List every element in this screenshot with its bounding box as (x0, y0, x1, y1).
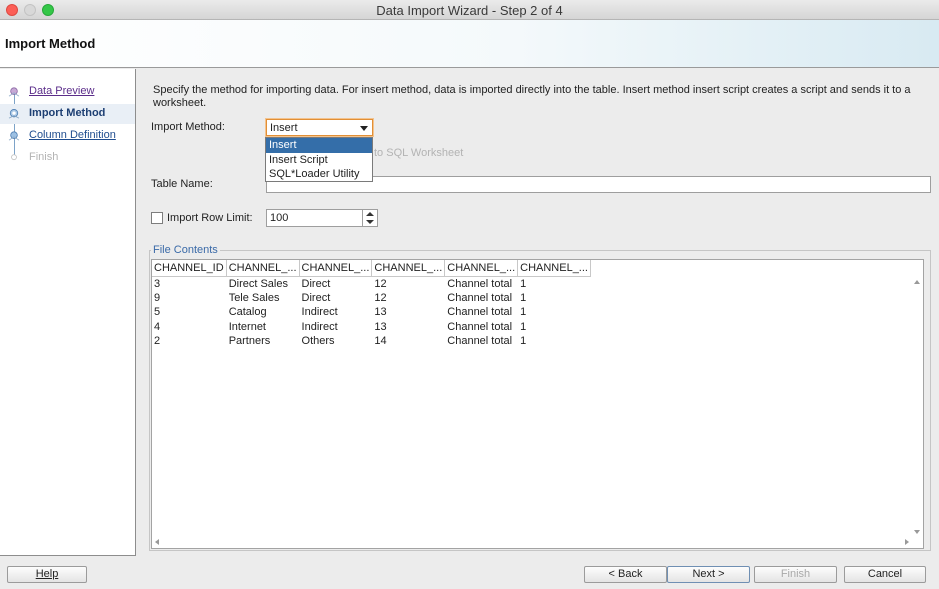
instructions-text: Specify the method for importing data. F… (153, 84, 911, 109)
step-data-preview[interactable]: Data Preview (0, 82, 135, 102)
table-cell: 12 (371, 276, 446, 291)
scroll-down-icon[interactable] (914, 530, 920, 534)
vertical-scrollbar[interactable] (911, 277, 923, 537)
step-column-definition[interactable]: Column Definition (0, 126, 135, 146)
send-to-worksheet-label: to SQL Worksheet (374, 147, 464, 159)
table-header-row: CHANNEL_ID CHANNEL_... CHANNEL_... CHANN… (152, 260, 591, 277)
table-row[interactable]: 4 Internet Indirect 13 Channel total 1 (152, 319, 591, 334)
column-header[interactable]: CHANNEL_... (444, 260, 519, 277)
table-cell: 3 (152, 276, 227, 291)
row-limit-value: 100 (270, 212, 289, 224)
step-link-icon (8, 131, 20, 141)
option-insert-script[interactable]: Insert Script (266, 153, 372, 168)
import-method-label: Import Method: (151, 121, 225, 133)
chevron-down-icon (360, 126, 368, 131)
table-cell: Partners (226, 334, 300, 349)
table-cell: Others (299, 334, 373, 349)
table-cell: Catalog (226, 305, 300, 320)
table-cell: Direct (299, 290, 373, 305)
window-titlebar: Data Import Wizard - Step 2 of 4 (0, 0, 939, 20)
file-contents-table: CHANNEL_ID CHANNEL_... CHANNEL_... CHANN… (151, 259, 924, 549)
column-header[interactable]: CHANNEL_... (371, 260, 446, 277)
help-button-label: Help (35, 568, 59, 580)
help-button[interactable]: Help (7, 566, 87, 583)
file-contents-legend: File Contents (151, 244, 220, 256)
table-cell: 1 (517, 276, 591, 291)
column-header[interactable]: CHANNEL_... (299, 260, 373, 277)
table-cell: 2 (152, 334, 227, 349)
next-button[interactable]: Next > (667, 566, 750, 583)
table-row[interactable]: 2 Partners Others 14 Channel total 1 (152, 334, 591, 349)
table-cell: 1 (517, 305, 591, 320)
spinner-down-icon[interactable] (366, 220, 374, 224)
import-method-dropdown: Insert Insert Script SQL*Loader Utility (265, 137, 373, 182)
window-title: Data Import Wizard - Step 2 of 4 (376, 3, 563, 18)
header-banner: Import Method (0, 20, 939, 68)
import-method-select[interactable]: Insert (266, 119, 373, 136)
finish-button-label: Finish (780, 568, 811, 580)
page-title: Import Method (5, 36, 96, 51)
table-cell: 4 (152, 319, 227, 334)
step-finish: Finish (0, 148, 135, 168)
spinner-up-icon[interactable] (366, 212, 374, 216)
column-header[interactable]: CHANNEL_... (226, 260, 300, 277)
spinner-buttons (362, 210, 376, 226)
table-cell: Channel total (444, 276, 519, 291)
row-limit-spinner[interactable]: 100 (266, 209, 378, 227)
table-cell: 5 (152, 305, 227, 320)
table-cell: Internet (226, 319, 300, 334)
row-limit-label: Import Row Limit: (167, 212, 253, 224)
row-limit-checkbox[interactable] (151, 212, 163, 224)
step-import-method[interactable]: Import Method (0, 104, 135, 124)
wizard-steps-nav: Data Preview Import Method Column Defini… (0, 69, 136, 556)
step-import-method-label: Import Method (29, 107, 106, 119)
step-column-definition-label[interactable]: Column Definition (29, 129, 116, 141)
table-cell: 12 (371, 290, 446, 305)
scroll-right-icon[interactable] (905, 539, 909, 545)
back-button-label: < Back (608, 568, 643, 580)
column-header[interactable]: CHANNEL_... (517, 260, 591, 277)
table-cell: Channel total (444, 334, 519, 349)
next-button-label: Next > (692, 568, 725, 580)
table-row[interactable]: 5 Catalog Indirect 13 Channel total 1 (152, 305, 591, 320)
option-insert[interactable]: Insert (266, 138, 372, 153)
table-cell: 1 (517, 290, 591, 305)
table-cell: Direct (299, 276, 373, 291)
table-cell: Channel total (444, 290, 519, 305)
table-cell: 9 (152, 290, 227, 305)
finish-button: Finish (754, 566, 837, 583)
import-method-value: Insert (270, 122, 298, 134)
step-current-icon (8, 109, 20, 119)
cancel-button[interactable]: Cancel (844, 566, 926, 583)
step-finish-label: Finish (29, 151, 59, 163)
cancel-button-label: Cancel (867, 568, 903, 580)
table-cell: Direct Sales (226, 276, 300, 291)
step-disabled-icon (11, 154, 17, 161)
step-data-preview-label[interactable]: Data Preview (29, 85, 94, 97)
table-name-label: Table Name: (151, 178, 213, 190)
step-visited-icon (8, 87, 20, 97)
table-cell: 1 (517, 334, 591, 349)
table-cell: 1 (517, 319, 591, 334)
scroll-left-icon[interactable] (155, 539, 159, 545)
main-panel: Specify the method for importing data. F… (137, 69, 939, 556)
table-cell: Tele Sales (226, 290, 300, 305)
option-sqlloader[interactable]: SQL*Loader Utility (266, 167, 372, 182)
table-cell: Channel total (444, 305, 519, 320)
table-cell: Channel total (444, 319, 519, 334)
horizontal-scrollbar[interactable] (152, 536, 912, 548)
table-row[interactable]: 9 Tele Sales Direct 12 Channel total 1 (152, 290, 591, 305)
table-row[interactable]: 3 Direct Sales Direct 12 Channel total 1 (152, 276, 591, 291)
scroll-up-icon[interactable] (914, 280, 920, 284)
table-cell: 13 (371, 305, 446, 320)
table-cell: 14 (371, 334, 446, 349)
back-button[interactable]: < Back (584, 566, 667, 583)
table-cell: Indirect (299, 305, 373, 320)
table-cell: 13 (371, 319, 446, 334)
table-cell: Indirect (299, 319, 373, 334)
column-header[interactable]: CHANNEL_ID (152, 260, 227, 277)
